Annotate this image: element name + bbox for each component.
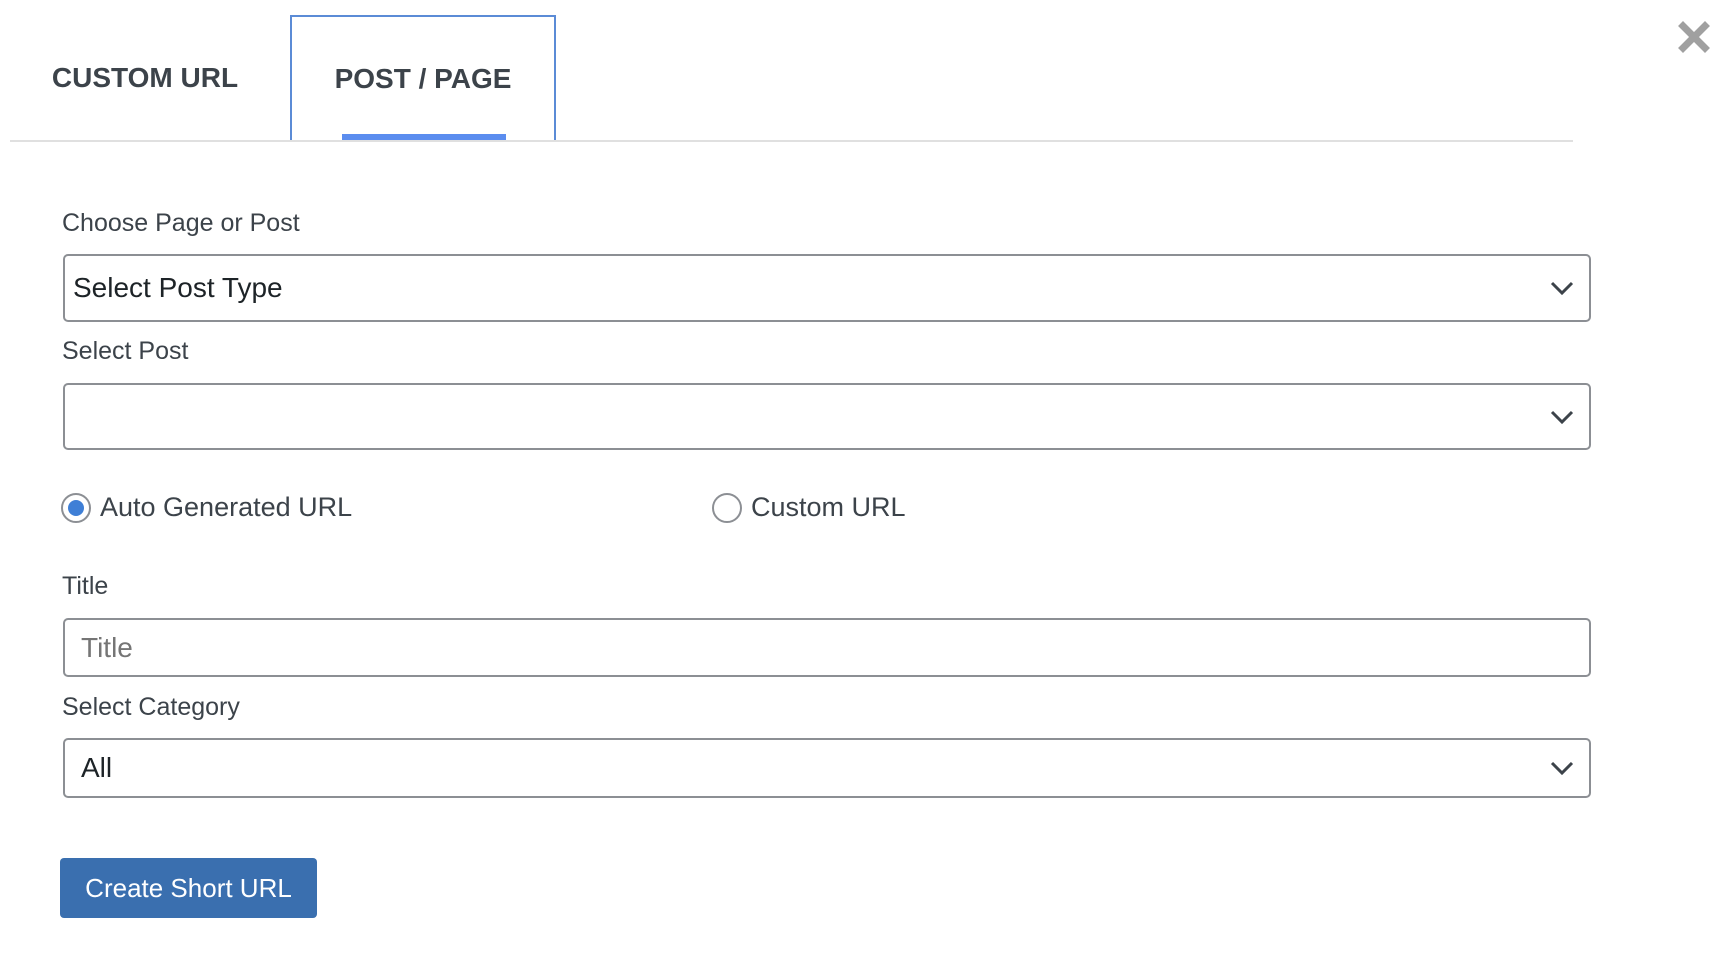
title-label: Title	[62, 572, 109, 600]
create-short-url-button[interactable]: Create Short URL	[60, 858, 317, 918]
post-type-label: Choose Page or Post	[62, 209, 300, 237]
close-icon[interactable]	[1675, 18, 1713, 56]
title-input[interactable]: Title	[63, 618, 1591, 677]
custom-url-radio[interactable]	[712, 493, 742, 523]
category-select[interactable]: All	[63, 738, 1591, 798]
auto-generated-url-label[interactable]: Auto Generated URL	[100, 492, 352, 523]
post-type-value: Select Post Type	[73, 272, 283, 303]
post-select[interactable]	[63, 383, 1591, 450]
category-label: Select Category	[62, 693, 240, 721]
title-placeholder: Title	[81, 631, 133, 663]
tab-custom-url[interactable]: CUSTOM URL	[30, 15, 260, 141]
chevron-down-icon	[1550, 410, 1574, 424]
chevron-down-icon	[1550, 281, 1574, 296]
tab-divider	[10, 140, 1573, 142]
custom-url-label[interactable]: Custom URL	[751, 492, 906, 523]
tab-post-page[interactable]: POST / PAGE	[290, 15, 556, 141]
auto-generated-url-radio[interactable]	[61, 493, 91, 523]
category-value: All	[81, 752, 113, 783]
post-label: Select Post	[62, 337, 189, 365]
post-type-select[interactable]: Select Post Type	[63, 254, 1591, 322]
chevron-down-icon	[1550, 761, 1574, 776]
